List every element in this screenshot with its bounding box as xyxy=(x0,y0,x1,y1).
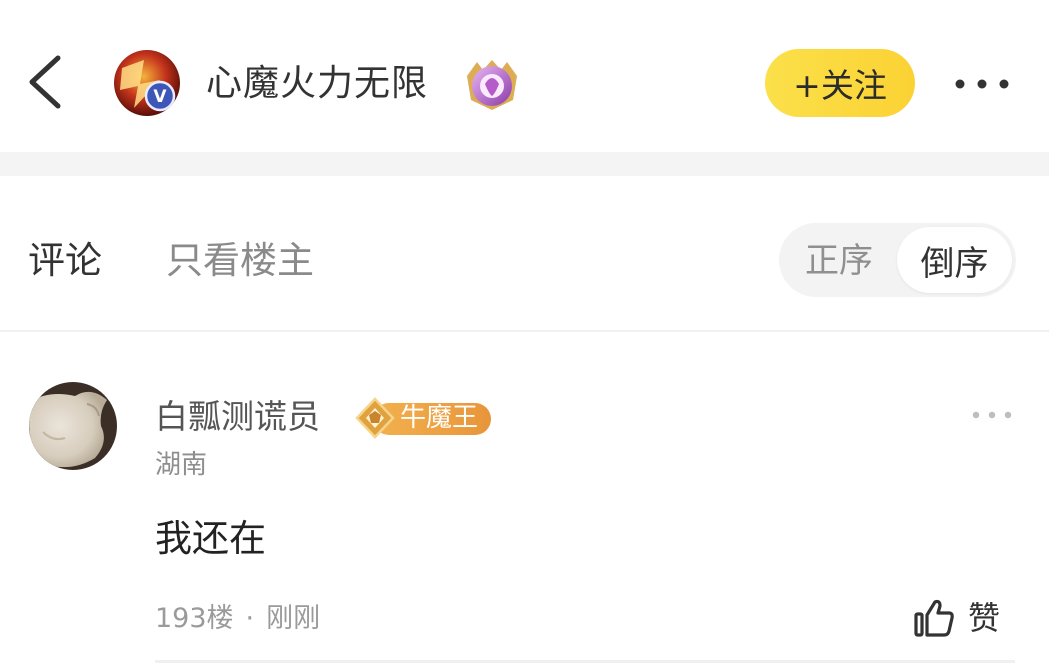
meta-separator: · xyxy=(245,603,255,634)
sort-ascending-option[interactable]: 正序 xyxy=(805,236,873,286)
comment-time: 刚刚 xyxy=(266,603,321,634)
forum-title: 心魔火力无限 xyxy=(206,63,429,104)
section-separator xyxy=(0,152,1049,176)
commenter-avatar[interactable] xyxy=(29,382,117,470)
commenter-username[interactable]: 白瓢测谎员 xyxy=(155,394,320,440)
thumbs-up-icon xyxy=(914,599,954,637)
like-button-label[interactable]: 赞 xyxy=(968,596,1000,640)
more-options-button[interactable] xyxy=(951,70,1013,98)
forum-avatar[interactable]: V xyxy=(114,50,180,116)
svg-text:V: V xyxy=(153,87,167,107)
like-button-icon[interactable] xyxy=(913,598,955,638)
forum-logo-icon: V xyxy=(114,50,180,116)
sort-descending-option[interactable]: 倒序 xyxy=(897,227,1012,293)
back-button[interactable] xyxy=(22,50,74,114)
comment-divider xyxy=(155,660,1015,663)
more-horizontal-icon xyxy=(972,411,1012,419)
tab-owner-only[interactable]: 只看楼主 xyxy=(166,234,314,288)
avatar-image-icon xyxy=(29,382,117,470)
follow-button[interactable]: +关注 xyxy=(765,49,915,117)
chevron-left-icon xyxy=(29,55,61,109)
level-badge-label: 牛魔王 xyxy=(400,403,479,433)
comment-text: 我还在 xyxy=(155,517,266,560)
comment-meta: 193楼 · 刚刚 xyxy=(155,598,320,640)
comment-more-button[interactable] xyxy=(970,405,1014,425)
tab-comments[interactable]: 评论 xyxy=(28,234,102,288)
more-horizontal-icon xyxy=(955,79,1009,89)
forum-rank-badge-icon xyxy=(461,56,523,114)
top-bar: V 心魔火力无限 +关注 xyxy=(0,0,1049,152)
floor-number: 193楼 xyxy=(155,603,234,634)
divider xyxy=(0,330,1049,332)
commenter-location: 湖南 xyxy=(155,450,208,480)
